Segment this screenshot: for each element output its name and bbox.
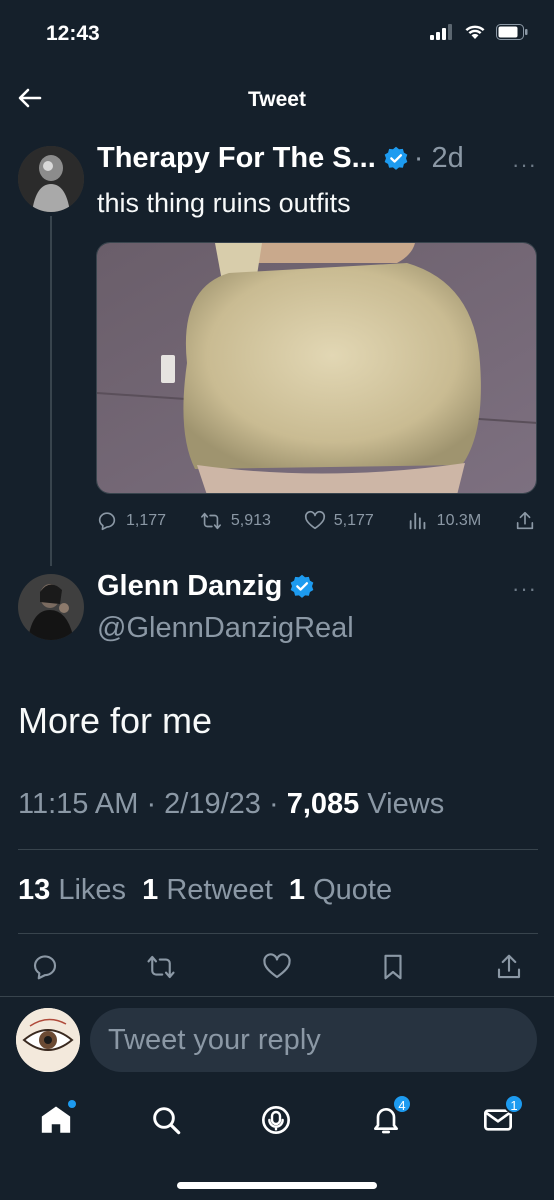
retweets-label: Retweet bbox=[166, 874, 273, 906]
battery-icon bbox=[496, 24, 528, 40]
notifications-badge: 4 bbox=[392, 1094, 412, 1114]
reply-input[interactable] bbox=[90, 1008, 537, 1072]
verified-badge-icon bbox=[384, 146, 408, 170]
divider bbox=[18, 933, 538, 934]
meta-separator: · bbox=[146, 788, 165, 820]
tweet-media[interactable] bbox=[96, 242, 537, 494]
quoted-tweet-header: Therapy For The S... · 2d bbox=[97, 142, 464, 175]
quotes-stat[interactable]: 1 Quote bbox=[289, 874, 392, 906]
retweets-total: 1 bbox=[142, 874, 159, 906]
wifi-icon bbox=[465, 25, 485, 39]
avatar-image bbox=[16, 1008, 80, 1072]
quotes-label: Quote bbox=[313, 874, 393, 906]
likes-stat[interactable]: 13 Likes bbox=[18, 874, 126, 906]
author-handle[interactable]: @GlennDanzigReal bbox=[97, 612, 354, 645]
status-icons bbox=[430, 24, 528, 40]
tweet-text: More for me bbox=[18, 700, 213, 741]
retweet-icon bbox=[200, 512, 221, 530]
likes-label: Likes bbox=[58, 874, 127, 906]
search-icon bbox=[153, 1107, 181, 1135]
unread-dot bbox=[68, 1100, 76, 1108]
retweets-stat[interactable]: 1 Retweet bbox=[142, 874, 273, 906]
avatar-image bbox=[18, 146, 84, 212]
spaces-icon bbox=[262, 1106, 290, 1134]
tab-bar: 4 1 bbox=[0, 1090, 554, 1150]
more-options-button[interactable]: ··· bbox=[512, 152, 537, 178]
share-button[interactable] bbox=[514, 510, 536, 532]
avatar[interactable] bbox=[18, 574, 84, 640]
thread-line bbox=[50, 216, 52, 566]
more-options-button[interactable]: ··· bbox=[512, 576, 537, 602]
heart-icon bbox=[304, 510, 325, 530]
signal-icon bbox=[430, 24, 452, 40]
retweet-button[interactable]: 5,913 bbox=[199, 510, 271, 532]
tweet-timestamp: 11:15 AM bbox=[18, 788, 139, 820]
tweet-photo bbox=[97, 243, 536, 493]
tweet-meta: 11:15 AM · 2/19/23 · 7,085 Views bbox=[18, 788, 444, 821]
views-button[interactable]: 10.3M bbox=[407, 510, 481, 532]
quoted-tweet-actions: 1,177 5,913 5,177 10.3M bbox=[96, 510, 536, 532]
home-icon bbox=[41, 1106, 71, 1133]
reply-count: 1,177 bbox=[126, 512, 167, 529]
verified-badge-icon bbox=[290, 574, 314, 598]
home-indicator bbox=[177, 1182, 377, 1189]
status-time: 12:43 bbox=[46, 22, 100, 45]
tab-search[interactable] bbox=[146, 1100, 186, 1140]
tweet-text: this thing ruins outfits bbox=[97, 188, 351, 218]
share-icon bbox=[516, 511, 534, 530]
main-tweet-author: Glenn Danzig bbox=[97, 570, 316, 603]
nav-header: Tweet bbox=[0, 72, 554, 126]
reply-icon[interactable] bbox=[30, 952, 60, 982]
tweet-date: 2/19/23 bbox=[164, 788, 261, 820]
analytics-icon bbox=[409, 512, 426, 530]
quotes-total: 1 bbox=[288, 874, 306, 906]
status-bar: 12:43 bbox=[0, 0, 554, 70]
bookmark-icon[interactable] bbox=[378, 952, 408, 982]
likes-total: 13 bbox=[18, 874, 51, 906]
user-avatar[interactable] bbox=[16, 1008, 80, 1072]
like-button[interactable]: 5,177 bbox=[304, 510, 374, 532]
views-count: 10.3M bbox=[436, 512, 482, 529]
tab-messages[interactable]: 1 bbox=[478, 1094, 524, 1140]
author-name[interactable]: Glenn Danzig bbox=[97, 570, 282, 603]
like-count: 5,177 bbox=[333, 512, 374, 529]
views-total: 7,085 bbox=[286, 788, 360, 820]
heart-icon[interactable] bbox=[262, 952, 292, 982]
retweet-icon[interactable] bbox=[146, 952, 176, 982]
composer-divider bbox=[0, 996, 554, 997]
tweet-stats: 13 Likes 1 Retweet 1 Quote bbox=[18, 874, 392, 907]
tab-notifications[interactable]: 4 bbox=[366, 1094, 412, 1140]
tab-home[interactable] bbox=[36, 1100, 76, 1140]
reply-button[interactable]: 1,177 bbox=[96, 510, 166, 532]
meta-separator: · bbox=[269, 788, 287, 820]
main-tweet-actions bbox=[30, 952, 524, 982]
tab-spaces[interactable] bbox=[256, 1100, 296, 1140]
page-title: Tweet bbox=[248, 88, 306, 111]
divider bbox=[18, 849, 538, 850]
avatar-image bbox=[18, 574, 84, 640]
retweet-count: 5,913 bbox=[230, 512, 271, 529]
messages-badge: 1 bbox=[504, 1094, 524, 1114]
reply-icon bbox=[98, 512, 116, 531]
avatar[interactable] bbox=[18, 146, 84, 212]
share-icon[interactable] bbox=[494, 952, 524, 982]
author-name[interactable]: Therapy For The S... bbox=[97, 142, 376, 175]
views-label: Views bbox=[367, 788, 445, 820]
tweet-time: · 2d bbox=[413, 142, 464, 174]
